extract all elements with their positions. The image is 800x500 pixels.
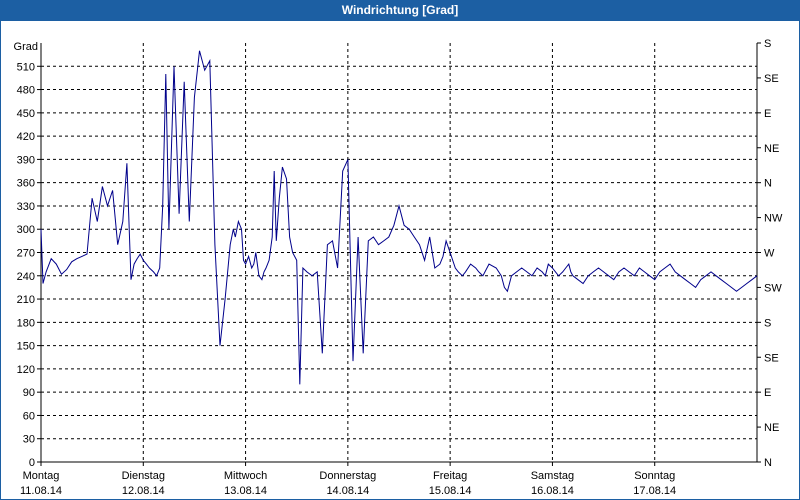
x-tick-label-day: Samstag	[531, 470, 574, 482]
y-tick-label: 300	[17, 224, 35, 236]
y-tick-label: 360	[17, 178, 35, 190]
x-tick-label-day: Dienstag	[122, 470, 165, 482]
right-tick-label: SE	[764, 352, 779, 364]
right-tick-label: N	[764, 178, 772, 190]
right-tick-label: S	[764, 38, 771, 50]
y-tick-label: 0	[29, 457, 35, 469]
series-line	[40, 50, 758, 385]
x-tick-label-day: Mittwoch	[224, 470, 267, 482]
y-tick-label: 270	[17, 248, 35, 260]
x-tick-label-date: 12.08.14	[122, 485, 165, 497]
y-tick-label: 120	[17, 364, 35, 376]
x-tick-label-day: Montag	[23, 470, 60, 482]
y-tick-label: 510	[17, 61, 35, 73]
y-tick-label: 150	[17, 341, 35, 353]
y-tick-label: 330	[17, 201, 35, 213]
y-tick-label: 90	[23, 387, 35, 399]
right-tick-label: NE	[764, 143, 779, 155]
y-tick-label: 390	[17, 154, 35, 166]
y-tick-label: 30	[23, 434, 35, 446]
right-tick-label: E	[764, 108, 771, 120]
wind-direction-chart: 0 30 60 90 120 150 180 210 240 270 300 330 360 390 420…	[14, 38, 783, 497]
y-tick-label: 420	[17, 131, 35, 143]
x-tick-label-day: Sonntag	[634, 470, 675, 482]
y-tick-label: 240	[17, 271, 35, 283]
y-tick-label: 180	[17, 317, 35, 329]
right-tick-label: NE	[764, 422, 779, 434]
x-tick-label-date: 16.08.14	[531, 485, 574, 497]
right-tick-label: E	[764, 387, 771, 399]
x-tick-label-date: 15.08.14	[429, 485, 472, 497]
y-tick-label: 450	[17, 108, 35, 120]
x-tick-label-day: Freitag	[433, 470, 467, 482]
x-tick-label-date: 13.08.14	[224, 485, 267, 497]
y-axis-label: Grad	[14, 41, 38, 53]
y-tick-label: 60	[23, 410, 35, 422]
right-tick-label: SE	[764, 73, 779, 85]
x-tick-label-date: 14.08.14	[326, 485, 369, 497]
y-tick-label: 480	[17, 85, 35, 97]
x-tick-label-date: 11.08.14	[20, 485, 62, 497]
x-tick-label-day: Donnerstag	[319, 470, 376, 482]
right-tick-label: SW	[764, 282, 782, 294]
right-tick-label: W	[764, 248, 775, 260]
right-tick-label: N	[764, 457, 772, 469]
y-tick-label: 210	[17, 294, 35, 306]
right-tick-label: NW	[764, 213, 783, 225]
right-tick-label: S	[764, 317, 771, 329]
x-tick-label-date: 17.08.14	[633, 485, 676, 497]
